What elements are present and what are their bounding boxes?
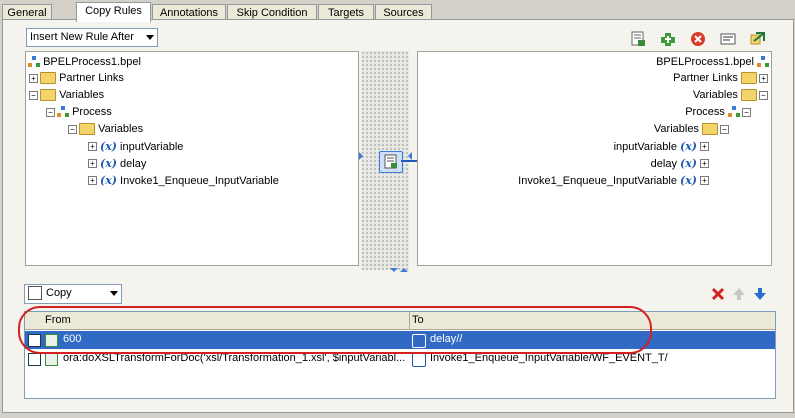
tree-node[interactable]: Variables xyxy=(79,121,143,138)
tree-node[interactable]: inputVariable (x) xyxy=(614,138,697,155)
tree-node[interactable]: BPELProcess1.bpel xyxy=(28,54,141,71)
tree-node[interactable]: Partner Links xyxy=(673,70,757,87)
xpath-icon[interactable] xyxy=(720,31,736,47)
copy-icon xyxy=(28,286,42,301)
variable-icon: (x) xyxy=(100,157,117,170)
chevron-down-icon xyxy=(146,35,154,40)
expression-builder-icon[interactable] xyxy=(630,31,646,47)
tree-node[interactable]: Process xyxy=(57,104,112,121)
delete-rule-icon[interactable] xyxy=(710,286,726,302)
expand-icon[interactable]: + xyxy=(29,74,38,83)
folder-icon xyxy=(702,123,718,136)
move-down-icon[interactable] xyxy=(752,286,768,302)
folder-icon xyxy=(741,89,757,102)
tree-node[interactable]: BPELProcess1.bpel xyxy=(656,54,769,71)
move-up-icon[interactable] xyxy=(731,286,747,302)
collapse-icon[interactable]: − xyxy=(68,125,77,134)
tree-node[interactable]: Invoke1_Enqueue_InputVariable (x) xyxy=(518,172,697,189)
tree-node[interactable]: (x) Invoke1_Enqueue_InputVariable xyxy=(100,172,279,189)
process-icon xyxy=(57,106,69,118)
tree-node[interactable]: Partner Links xyxy=(40,70,124,87)
highlight-ring xyxy=(18,306,652,354)
insert-rule-dropdown[interactable]: Insert New Rule After xyxy=(26,28,158,47)
insert-rule-value: Insert New Rule After xyxy=(30,31,134,43)
folder-icon xyxy=(741,72,757,85)
expand-icon[interactable]: + xyxy=(88,159,97,168)
folder-icon xyxy=(40,72,56,85)
rule-type-dropdown[interactable]: Copy xyxy=(24,284,122,304)
folder-icon xyxy=(79,123,95,136)
collapse-icon[interactable]: − xyxy=(29,91,38,100)
expand-icon[interactable]: + xyxy=(759,74,768,83)
collapse-left-icon[interactable] xyxy=(359,152,363,160)
expand-icon[interactable]: + xyxy=(88,176,97,185)
collapse-up-icon[interactable] xyxy=(400,268,408,272)
variable-icon: (x) xyxy=(680,174,697,187)
tree-node[interactable]: Variables xyxy=(654,121,718,138)
expand-icon[interactable]: + xyxy=(700,176,709,185)
expand-icon[interactable]: + xyxy=(88,142,97,151)
collapse-right-icon[interactable] xyxy=(408,152,412,160)
expand-icon[interactable]: + xyxy=(700,142,709,151)
folder-icon xyxy=(40,89,56,102)
process-icon xyxy=(757,56,769,68)
add-rule-icon[interactable] xyxy=(660,31,676,47)
variable-icon: (x) xyxy=(680,140,697,153)
tree-node[interactable]: Variables xyxy=(693,87,757,104)
mapping-function-icon[interactable] xyxy=(379,151,403,173)
variable-icon: (x) xyxy=(100,140,117,153)
map-icon[interactable] xyxy=(750,31,766,47)
variable-icon: (x) xyxy=(680,157,697,170)
tree-node[interactable]: (x) delay xyxy=(100,155,146,172)
expression-icon xyxy=(45,353,58,366)
mapping-toolbar xyxy=(630,31,770,49)
variable-icon: (x) xyxy=(100,174,117,187)
process-icon xyxy=(28,56,40,68)
tree-node[interactable]: (x) inputVariable xyxy=(100,138,183,155)
tree-node[interactable]: Process xyxy=(685,104,740,121)
expand-icon[interactable]: + xyxy=(700,159,709,168)
tree-node[interactable]: delay (x) xyxy=(651,155,697,172)
collapse-icon[interactable]: − xyxy=(759,91,768,100)
collapse-icon[interactable]: − xyxy=(742,108,751,117)
process-icon xyxy=(728,106,740,118)
variable-icon xyxy=(412,353,426,367)
collapse-down-icon[interactable] xyxy=(390,268,398,272)
tree-node[interactable]: Variables xyxy=(40,87,104,104)
target-tree[interactable]: BPELProcess1.bpel Partner Links + Variab… xyxy=(417,51,772,266)
delete-icon[interactable] xyxy=(690,31,706,47)
collapse-icon[interactable]: − xyxy=(46,108,55,117)
copy-icon xyxy=(28,353,41,366)
source-tree[interactable]: BPELProcess1.bpel + Partner Links − Vari… xyxy=(25,51,359,266)
chevron-down-icon xyxy=(110,291,118,296)
collapse-icon[interactable]: − xyxy=(720,125,729,134)
tab-copy-rules[interactable]: Copy Rules xyxy=(76,2,151,22)
